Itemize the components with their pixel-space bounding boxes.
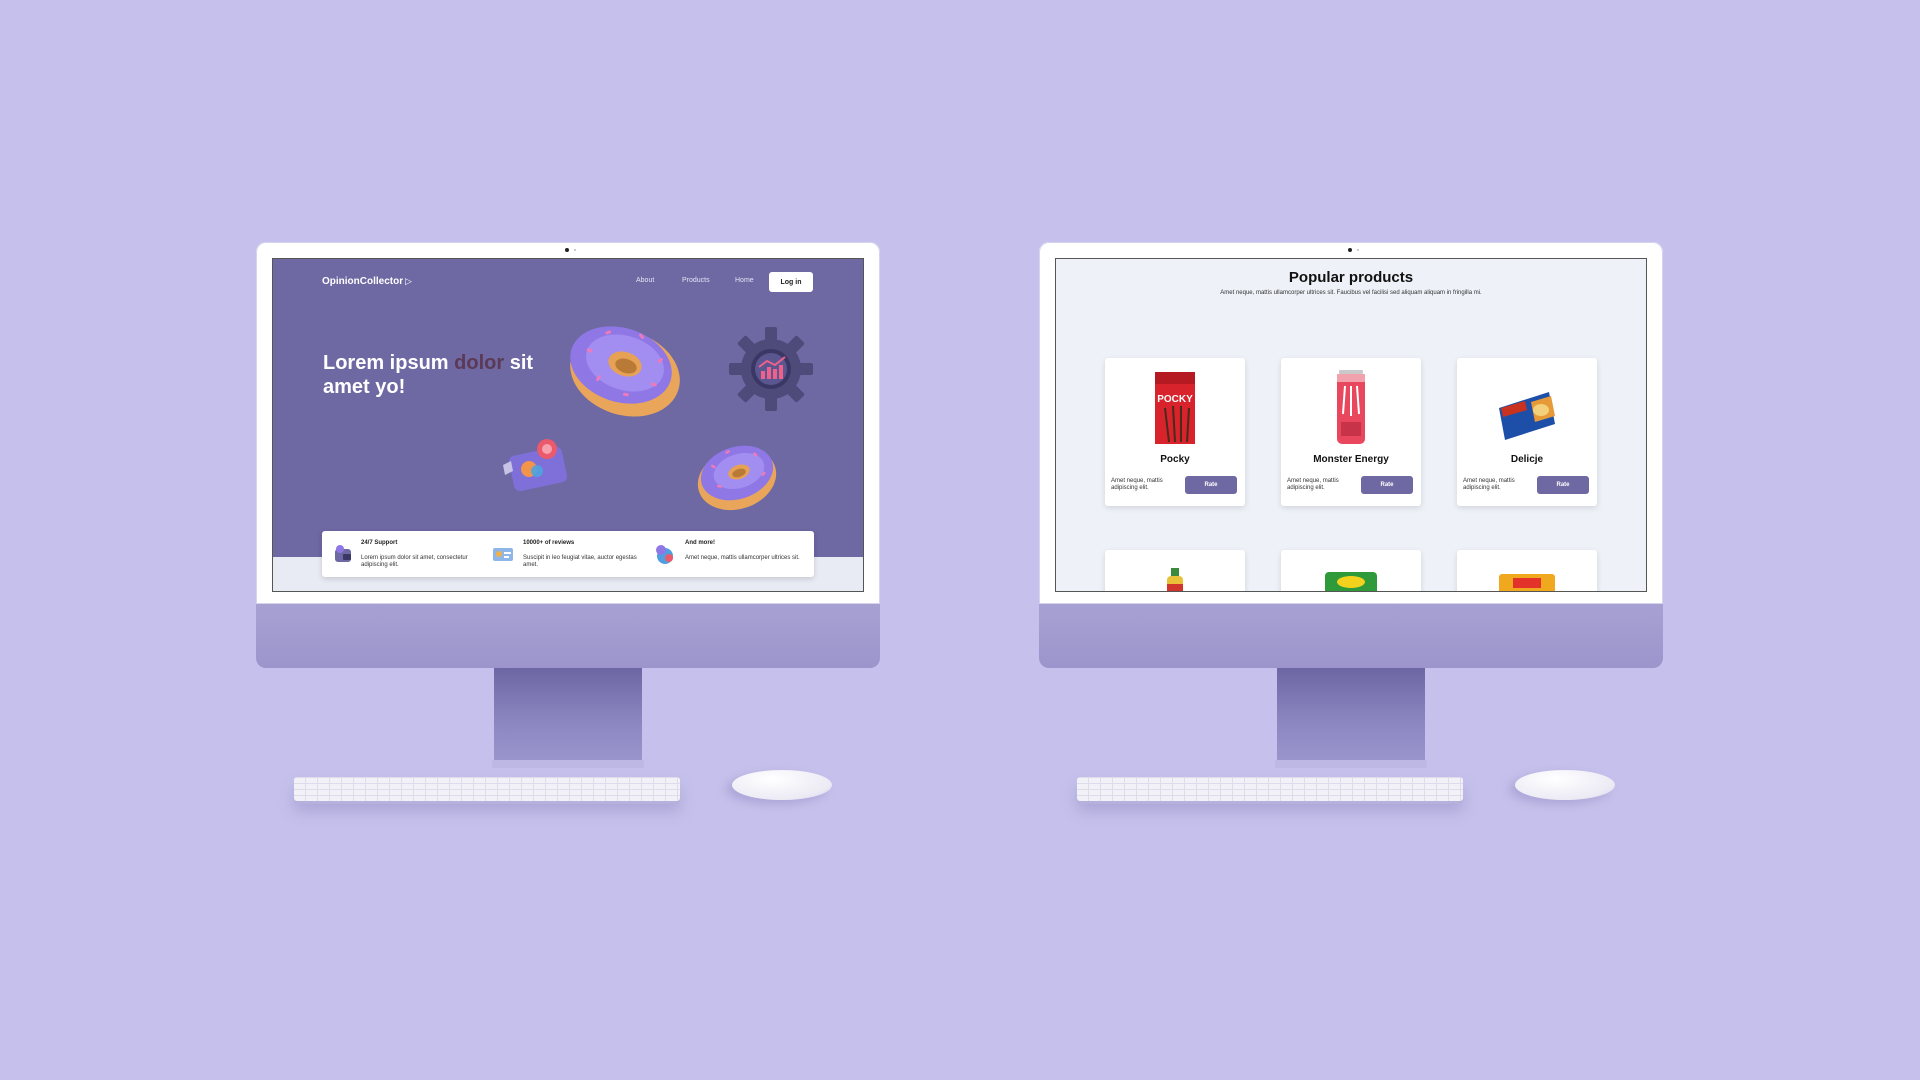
svg-text:POCKY: POCKY (1157, 394, 1193, 405)
donut-illustration-small (697, 445, 777, 511)
nav-products[interactable]: Products (682, 277, 710, 284)
product-name: Pocky (1160, 454, 1190, 465)
product-description: Amet neque, mattis adipiscing elit. (1287, 478, 1339, 491)
logo-play-icon: ▷ (405, 276, 412, 286)
mouse-left (732, 770, 832, 800)
product-description: Amet neque, mattis adipiscing elit. (1463, 478, 1515, 491)
camera-sensor (574, 249, 576, 251)
mouse-right (1515, 770, 1615, 800)
credit-card-illustration (503, 439, 568, 492)
product-card-delicje[interactable]: Delicje Amet neque, mattis adipiscing el… (1457, 358, 1597, 506)
features-panel: 24/7 Support Lorem ipsum dolor sit amet,… (322, 531, 814, 577)
monitor-stand-foot-left (492, 760, 644, 768)
more-icon (656, 545, 673, 564)
feature-text: Suscipit in leo feugiat vitae, auctor eg… (523, 555, 637, 568)
hero-highlight: dolor (454, 352, 505, 374)
nav-about[interactable]: About (636, 277, 654, 284)
delicje-product-image (1499, 392, 1555, 440)
product-card-partial[interactable] (1105, 550, 1245, 591)
rate-button[interactable]: Rate (1185, 476, 1237, 494)
product-card-monster-energy[interactable]: Monster Energy Amet neque, mattis adipis… (1281, 358, 1421, 506)
monitor-right: Popular products Amet neque, mattis ulla… (1039, 242, 1663, 668)
camera-sensor (1357, 249, 1359, 251)
wafer-product-image (1499, 574, 1555, 591)
monitor-bezel: Popular products Amet neque, mattis ulla… (1039, 242, 1663, 604)
feature-text: Amet neque, mattis ullamcorper ultrices … (685, 555, 800, 561)
hero-text-part1: Lorem ipsum (323, 352, 455, 374)
chips-product-image (1325, 572, 1377, 591)
rate-button[interactable]: Rate (1537, 476, 1589, 494)
rate-button[interactable]: Rate (1361, 476, 1413, 494)
products-title: Popular products (1288, 269, 1414, 286)
monitor-bezel: OpinionCollector ▷ About Products Home L… (256, 242, 880, 604)
gear-chart-icon (729, 327, 813, 411)
product-name: Delicje (1510, 454, 1544, 465)
hero-text-part2: sit (504, 352, 534, 374)
landing-screen: OpinionCollector ▷ About Products Home L… (272, 258, 864, 592)
monitor-stand-left (494, 668, 642, 764)
product-description: Amet neque, mattis adipiscing elit. (1111, 478, 1163, 491)
monitor-stand-right (1277, 668, 1425, 764)
products-subtitle: Amet neque, mattis ullamcorper ultrices … (1220, 290, 1482, 296)
keyboard-left (294, 777, 680, 801)
feature-title: 10000+ of reviews (523, 540, 575, 546)
hero-heading: Lorem ipsum dolor sit amet yo! (323, 351, 563, 399)
monitor-stand-foot-right (1275, 760, 1427, 768)
products-page: Popular products Amet neque, mattis ulla… (1056, 259, 1646, 591)
monitor-chin (1039, 604, 1663, 668)
nav-home[interactable]: Home (735, 277, 754, 284)
reviews-icon (493, 548, 513, 561)
feature-title: And more! (685, 540, 715, 546)
product-name: Monster Energy (1313, 454, 1389, 465)
keyboard-right (1077, 777, 1463, 801)
landing-page: OpinionCollector ▷ About Products Home L… (273, 259, 863, 591)
bottle-product-image (1167, 568, 1183, 591)
hero-text-line2: amet yo! (323, 376, 406, 398)
site-logo[interactable]: OpinionCollector (322, 276, 403, 287)
products-screen: Popular products Amet neque, mattis ulla… (1055, 258, 1647, 592)
pocky-product-image: POCKY (1155, 372, 1195, 444)
camera-dot (565, 248, 569, 252)
support-icon (335, 545, 351, 562)
product-card-pocky[interactable]: POCKY Pocky Amet neque, mattis adipiscin… (1105, 358, 1245, 506)
login-button[interactable]: Log in (769, 272, 813, 292)
feature-title: 24/7 Support (361, 540, 398, 546)
product-card-partial[interactable] (1281, 550, 1421, 591)
donut-illustration-large (570, 326, 680, 417)
feature-text: Lorem ipsum dolor sit amet, consectetur … (361, 555, 468, 568)
monster-energy-product-image (1337, 370, 1365, 444)
camera-dot (1348, 248, 1352, 252)
monitor-left: OpinionCollector ▷ About Products Home L… (256, 242, 880, 668)
product-card-partial[interactable] (1457, 550, 1597, 591)
monitor-chin (256, 604, 880, 668)
